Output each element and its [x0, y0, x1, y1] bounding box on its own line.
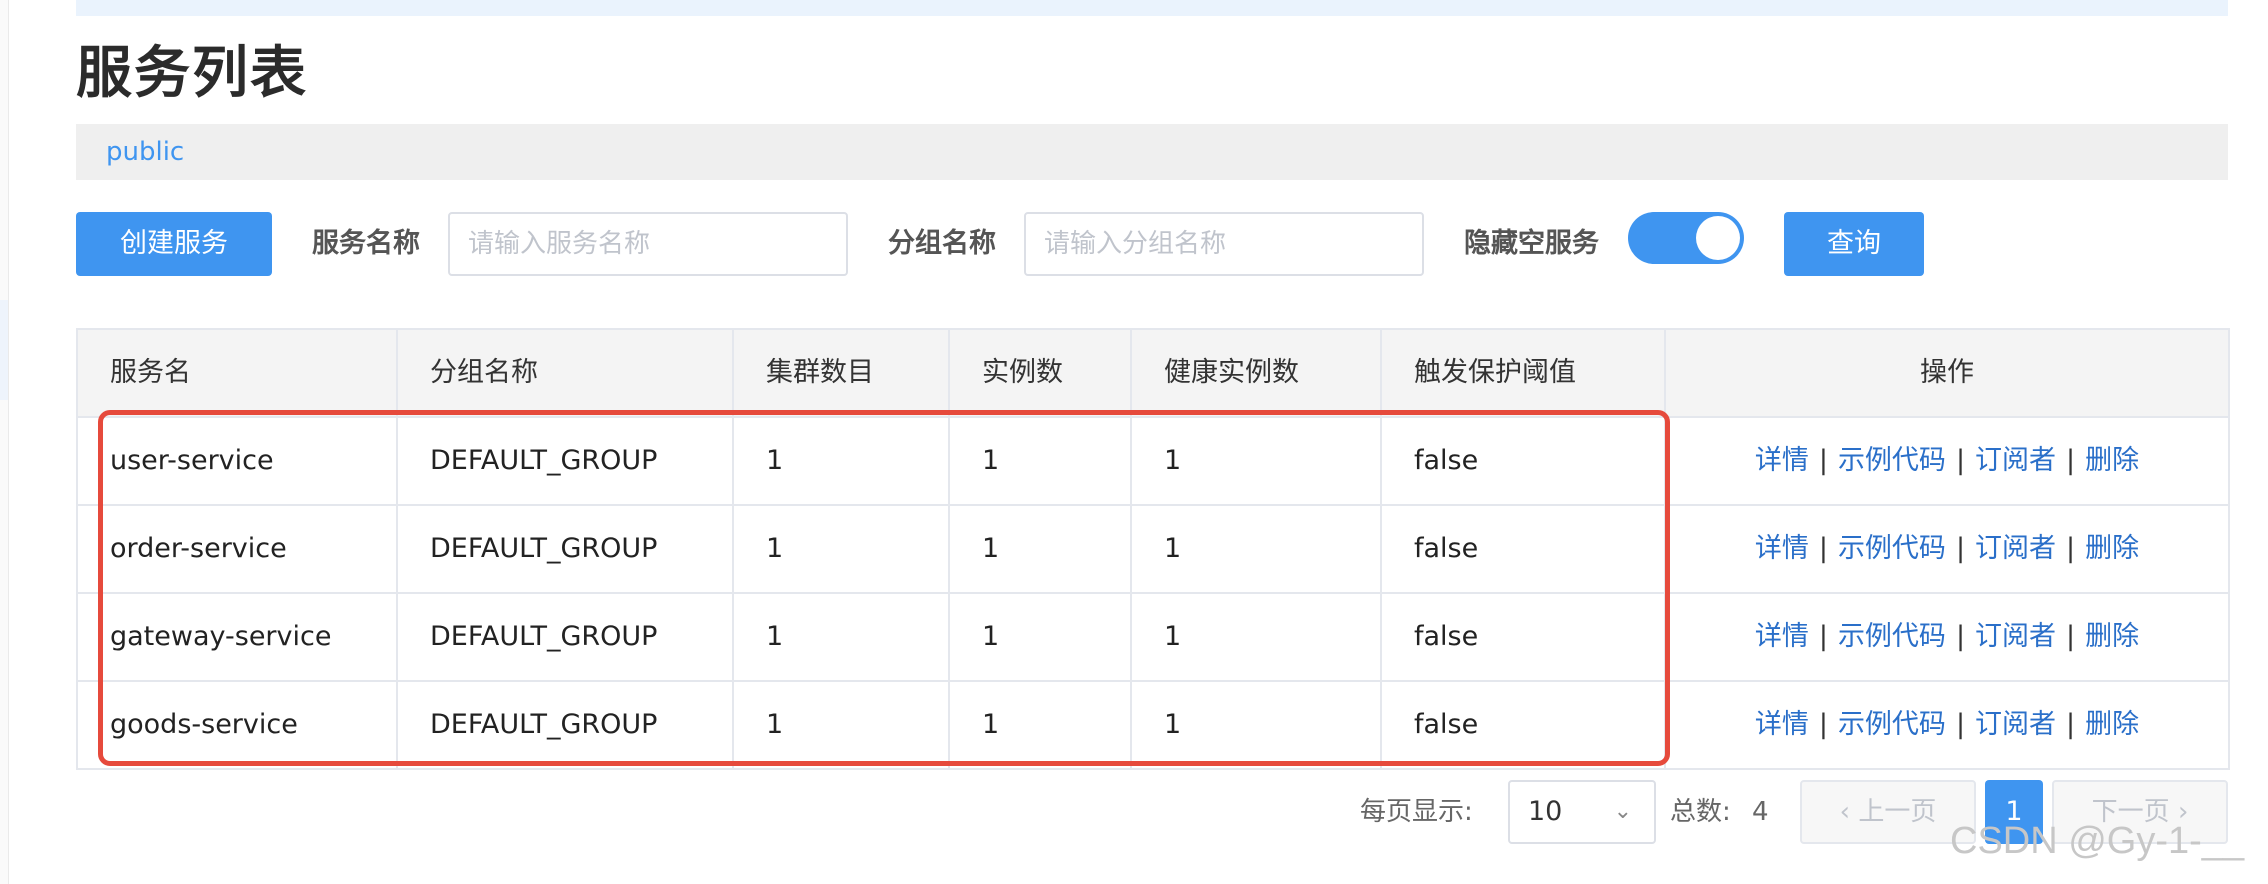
- delete-link[interactable]: 删除: [2085, 709, 2139, 740]
- cell-service-name: goods-service: [78, 682, 398, 768]
- service-name-label: 服务名称: [312, 228, 420, 259]
- toggle-knob: [1696, 216, 1740, 260]
- cell-instance-count: 1: [950, 682, 1132, 768]
- action-separator: |: [2066, 445, 2076, 476]
- service-table: 服务名 分组名称 集群数目 实例数 健康实例数 触发保护阈值 操作 user-s…: [76, 328, 2230, 770]
- cell-service-name: user-service: [78, 418, 398, 504]
- sample-code-link[interactable]: 示例代码: [1838, 533, 1946, 564]
- cell-instance-count: 1: [950, 418, 1132, 504]
- cell-healthy-count: 1: [1132, 594, 1382, 680]
- left-sidebar-edge: [0, 0, 9, 884]
- delete-link[interactable]: 删除: [2085, 621, 2139, 652]
- cell-cluster-count: 1: [734, 594, 950, 680]
- table-row: order-service DEFAULT_GROUP 1 1 1 false …: [78, 506, 2228, 594]
- top-banner: [76, 0, 2228, 16]
- sample-code-link[interactable]: 示例代码: [1838, 621, 1946, 652]
- per-page-label: 每页显示:: [1360, 797, 1473, 827]
- group-name-label: 分组名称: [888, 228, 996, 259]
- total-value: 4: [1752, 797, 1769, 827]
- cell-group-name: DEFAULT_GROUP: [398, 418, 734, 504]
- action-separator: |: [1818, 533, 1828, 564]
- cell-actions: 详情 | 示例代码 | 订阅者 | 删除: [1666, 418, 2228, 504]
- table-row: gateway-service DEFAULT_GROUP 1 1 1 fals…: [78, 594, 2228, 682]
- cell-service-name: order-service: [78, 506, 398, 592]
- cell-instance-count: 1: [950, 594, 1132, 680]
- create-service-button[interactable]: 创建服务: [76, 212, 272, 276]
- action-separator: |: [2066, 709, 2076, 740]
- delete-link[interactable]: 删除: [2085, 445, 2139, 476]
- cell-group-name: DEFAULT_GROUP: [398, 594, 734, 680]
- pagination: 每页显示: 10 ⌄ 总数: 4 ‹ 上一页 1 下一页 ›: [0, 780, 2268, 844]
- query-button[interactable]: 查询: [1784, 212, 1924, 276]
- namespace-bar: public: [76, 124, 2228, 180]
- chevron-down-icon: ⌄: [1613, 799, 1632, 824]
- group-name-input[interactable]: 请输入分组名称: [1024, 212, 1424, 276]
- header-service-name: 服务名: [78, 330, 398, 416]
- watermark: CSDN @Gy-1-__: [1950, 820, 2245, 862]
- page-title: 服务列表: [76, 41, 308, 106]
- hide-empty-toggle[interactable]: [1628, 212, 1744, 264]
- cell-healthy-count: 1: [1132, 418, 1382, 504]
- cell-cluster-count: 1: [734, 418, 950, 504]
- table-row: user-service DEFAULT_GROUP 1 1 1 false 详…: [78, 418, 2228, 506]
- detail-link[interactable]: 详情: [1755, 445, 1809, 476]
- cell-cluster-count: 1: [734, 682, 950, 768]
- cell-group-name: DEFAULT_GROUP: [398, 682, 734, 768]
- action-separator: |: [1955, 533, 1966, 564]
- action-separator: |: [2066, 533, 2076, 564]
- cell-protect-threshold: false: [1382, 594, 1666, 680]
- subscriber-link[interactable]: 订阅者: [1975, 621, 2056, 652]
- cell-protect-threshold: false: [1382, 418, 1666, 504]
- cell-instance-count: 1: [950, 506, 1132, 592]
- header-cluster-count: 集群数目: [734, 330, 950, 416]
- action-separator: |: [1955, 621, 1966, 652]
- cell-healthy-count: 1: [1132, 506, 1382, 592]
- action-separator: |: [1818, 709, 1828, 740]
- cell-actions: 详情 | 示例代码 | 订阅者 | 删除: [1666, 682, 2228, 768]
- cell-service-name: gateway-service: [78, 594, 398, 680]
- sidebar-active-marker: [0, 300, 8, 400]
- cell-protect-threshold: false: [1382, 682, 1666, 768]
- detail-link[interactable]: 详情: [1755, 533, 1809, 564]
- sample-code-link[interactable]: 示例代码: [1838, 709, 1946, 740]
- action-separator: |: [1955, 445, 1966, 476]
- cell-group-name: DEFAULT_GROUP: [398, 506, 734, 592]
- action-separator: |: [1955, 709, 1966, 740]
- total-label: 总数:: [1670, 797, 1731, 827]
- detail-link[interactable]: 详情: [1755, 709, 1809, 740]
- header-instance-count: 实例数: [950, 330, 1132, 416]
- cell-actions: 详情 | 示例代码 | 订阅者 | 删除: [1666, 594, 2228, 680]
- subscriber-link[interactable]: 订阅者: [1975, 445, 2056, 476]
- per-page-value: 10: [1528, 796, 1563, 827]
- per-page-select[interactable]: 10 ⌄: [1508, 780, 1656, 844]
- service-name-input[interactable]: 请输入服务名称: [448, 212, 848, 276]
- action-separator: |: [1818, 445, 1828, 476]
- header-healthy-count: 健康实例数: [1132, 330, 1382, 416]
- prev-page-label: 上一页: [1858, 797, 1937, 827]
- namespace-link[interactable]: public: [106, 124, 184, 180]
- cell-cluster-count: 1: [734, 506, 950, 592]
- cell-actions: 详情 | 示例代码 | 订阅者 | 删除: [1666, 506, 2228, 592]
- delete-link[interactable]: 删除: [2085, 533, 2139, 564]
- hide-empty-label: 隐藏空服务: [1464, 228, 1599, 259]
- header-group-name: 分组名称: [398, 330, 734, 416]
- detail-link[interactable]: 详情: [1755, 621, 1809, 652]
- table-row: goods-service DEFAULT_GROUP 1 1 1 false …: [78, 682, 2228, 768]
- cell-protect-threshold: false: [1382, 506, 1666, 592]
- subscriber-link[interactable]: 订阅者: [1975, 533, 2056, 564]
- subscriber-link[interactable]: 订阅者: [1975, 709, 2056, 740]
- header-actions: 操作: [1920, 357, 1974, 388]
- table-header-row: 服务名 分组名称 集群数目 实例数 健康实例数 触发保护阈值 操作: [78, 330, 2228, 418]
- cell-healthy-count: 1: [1132, 682, 1382, 768]
- header-protect-threshold: 触发保护阈值: [1382, 330, 1666, 416]
- filter-toolbar: 创建服务 服务名称 请输入服务名称 分组名称 请输入分组名称 隐藏空服务 查询: [0, 212, 2268, 276]
- action-separator: |: [2066, 621, 2076, 652]
- action-separator: |: [1818, 621, 1828, 652]
- sample-code-link[interactable]: 示例代码: [1838, 445, 1946, 476]
- chevron-left-icon: ‹: [1839, 797, 1851, 827]
